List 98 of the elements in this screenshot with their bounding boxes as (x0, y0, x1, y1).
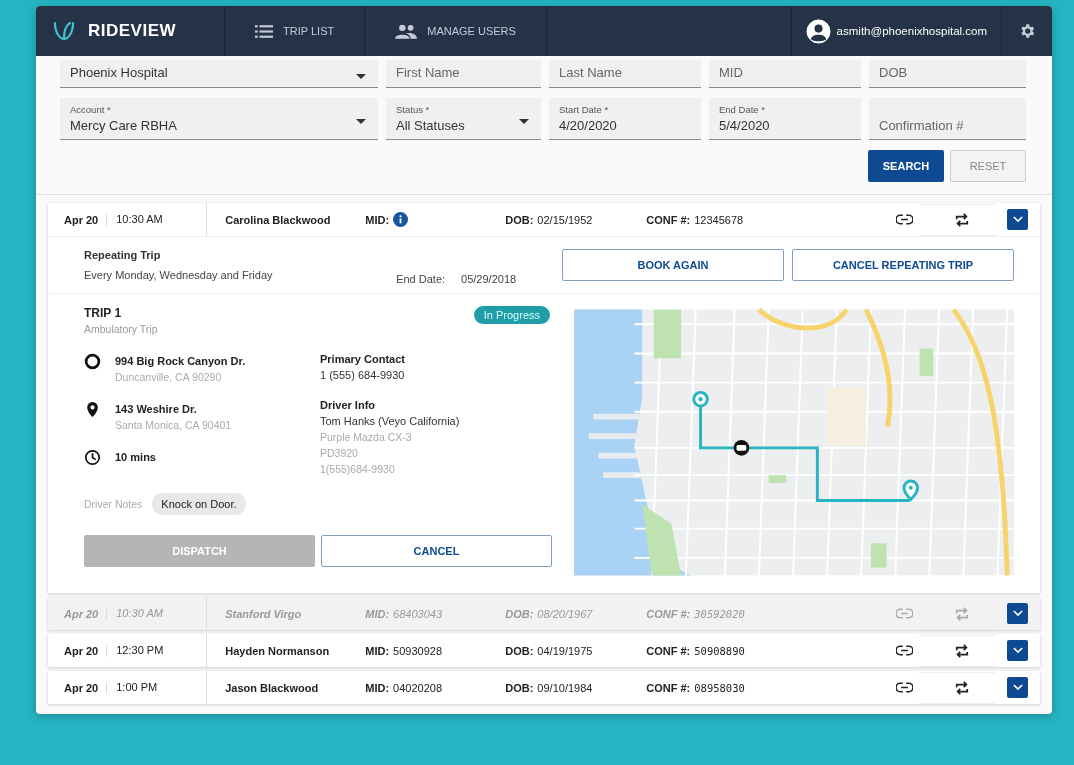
contact-name: Tom Hanks (Veyo California) (320, 415, 460, 427)
search-button[interactable]: SEARCH (868, 150, 944, 182)
field-value: 04/19/1975 (537, 644, 593, 657)
chevron-down-icon (1012, 610, 1023, 617)
field-value: 50908890 (694, 644, 745, 657)
field-value: 50930928 (393, 644, 443, 657)
repeat-schedule: Every Monday, Wednesday and Friday (84, 269, 274, 281)
chevron-down-icon (1012, 216, 1023, 223)
field-value: 08/20/1967 (537, 607, 593, 620)
trip-time: 10:30 AM (107, 203, 208, 236)
input-field[interactable]: End Date * 5/4/2020 (709, 98, 861, 140)
logo-icon (52, 19, 76, 43)
driver-notes-label: Driver Notes (84, 498, 143, 510)
stop-address: 994 Big Rock Canyon Dr. (115, 355, 246, 367)
contact-label: Driver Info (320, 399, 376, 411)
patient-name: Jason Blackwood (224, 681, 320, 694)
nav-tab[interactable]: TRIP LIST (225, 6, 366, 56)
link-icon[interactable] (896, 645, 913, 656)
trip-title: TRIP 1 (84, 306, 123, 320)
chevron-down-icon (1012, 647, 1023, 654)
trip-type: Ambulatory Trip (84, 323, 158, 335)
field-label: DOB: (505, 681, 534, 694)
expand-button[interactable] (1007, 209, 1028, 230)
field-label: CONF #: (646, 607, 691, 620)
input-field[interactable]: Start Date * 4/20/2020 (549, 98, 701, 140)
trip-row[interactable]: Apr 20 12:30 PM Hayden Normanson MID: 50930928 DOB: 04/19/1975 CONF #: 50908890 (48, 634, 1040, 667)
trip-date: Apr 20 (64, 644, 108, 657)
nav-tab[interactable]: MANAGE USERS (365, 6, 547, 56)
user-email: asmith@phoenixhospital.com (836, 25, 987, 37)
patient-name: Stanford Virgo (224, 607, 303, 620)
input-field[interactable]: Last Name (549, 60, 701, 88)
link-icon[interactable] (896, 214, 913, 225)
contact-label: Primary Contact (320, 353, 406, 365)
select-field[interactable]: Status * All Statuses (386, 98, 541, 140)
status-badge: In Progress (473, 306, 550, 324)
field-label: MID: (365, 213, 390, 226)
field-value: 09/10/1984 (537, 681, 593, 694)
trip-time: 1:00 PM (107, 671, 208, 704)
expand-button[interactable] (1007, 677, 1028, 698)
end-date-value: 05/29/2018 (461, 273, 517, 285)
field-value: 68403043 (393, 607, 443, 620)
expand-button[interactable] (1007, 640, 1028, 661)
contact-detail: 1(555)684-9930 (320, 463, 396, 475)
contact-name: 1 (555) 684-9930 (320, 369, 406, 381)
field-label: DOB: (505, 607, 534, 620)
repeating-trip-title: Repeating Trip (84, 249, 162, 261)
input-field[interactable]: Confirmation # (869, 98, 1026, 140)
patient-name: Carolina Blackwood (224, 213, 332, 226)
field-label: CONF #: (646, 681, 691, 694)
trip-date: Apr 20 (64, 213, 108, 226)
field-label: CONF #: (646, 213, 691, 226)
stop-city: Santa Monica, CA 90401 (115, 419, 232, 431)
link-icon[interactable] (896, 682, 913, 693)
input-field[interactable]: First Name (386, 60, 541, 88)
input-field[interactable]: MID (709, 60, 861, 88)
chevron-down-icon (1012, 684, 1023, 691)
stop-address: 10 mins (115, 451, 156, 463)
patient-name: Hayden Normanson (224, 644, 331, 657)
note-chip: Knock on Door. (152, 493, 246, 515)
field-value: 30592020 (694, 607, 745, 620)
field-label: CONF #: (646, 644, 691, 657)
field-value: 12345678 (694, 213, 744, 226)
trip-row[interactable]: Apr 20 10:30 AM Carolina Blackwood MID: DOB: 02/15/1952 CONF #: 12345678 (48, 203, 1040, 236)
repeat-icon[interactable] (919, 634, 995, 667)
stop-address: 143 Weshire Dr. (115, 403, 198, 415)
avatar-icon (805, 18, 831, 44)
repeat-icon[interactable] (919, 203, 995, 236)
users-icon (395, 23, 418, 39)
field-label: DOB: (505, 644, 534, 657)
contact-detail: PD3920 (320, 447, 359, 459)
info-icon[interactable] (393, 212, 409, 227)
trip-row[interactable]: Apr 20 1:00 PM Jason Blackwood MID: 04020208 DOB: 09/10/1984 CONF #: 08958030 (48, 671, 1040, 704)
trip-time: 12:30 PM (107, 634, 208, 667)
repeat-icon[interactable] (919, 671, 995, 704)
field-value: 08958030 (694, 681, 745, 694)
field-label: MID: (365, 644, 390, 657)
field-value: 04020208 (393, 681, 443, 694)
list-icon (255, 24, 274, 38)
field-label: MID: (365, 681, 390, 694)
app-logo-text: RIDEVIEW (88, 21, 177, 41)
field-label: DOB: (505, 213, 534, 226)
ring-icon (84, 353, 101, 370)
input-field[interactable]: DOB (869, 60, 1026, 88)
select-field[interactable]: Phoenix Hospital (60, 60, 378, 88)
trip-time: 10:30 AM (107, 597, 208, 630)
pin-icon (84, 401, 101, 418)
clock-icon (84, 449, 101, 466)
trip-date: Apr 20 (64, 607, 108, 620)
cancel-repeating-button[interactable]: CANCEL REPEATING TRIP (792, 249, 1014, 281)
field-label: MID: (365, 607, 390, 620)
field-value: 02/15/1952 (537, 213, 593, 226)
end-date-label: End Date: (396, 273, 446, 285)
stop-city: Duncanville, CA 90290 (115, 371, 223, 383)
book-again-button[interactable]: BOOK AGAIN (562, 249, 784, 281)
trip-date: Apr 20 (64, 681, 108, 694)
cancel-button[interactable]: CANCEL (321, 535, 552, 567)
select-field[interactable]: Account * Mercy Care RBHA (60, 98, 378, 140)
contact-detail: Purple Mazda CX-3 (320, 431, 413, 443)
